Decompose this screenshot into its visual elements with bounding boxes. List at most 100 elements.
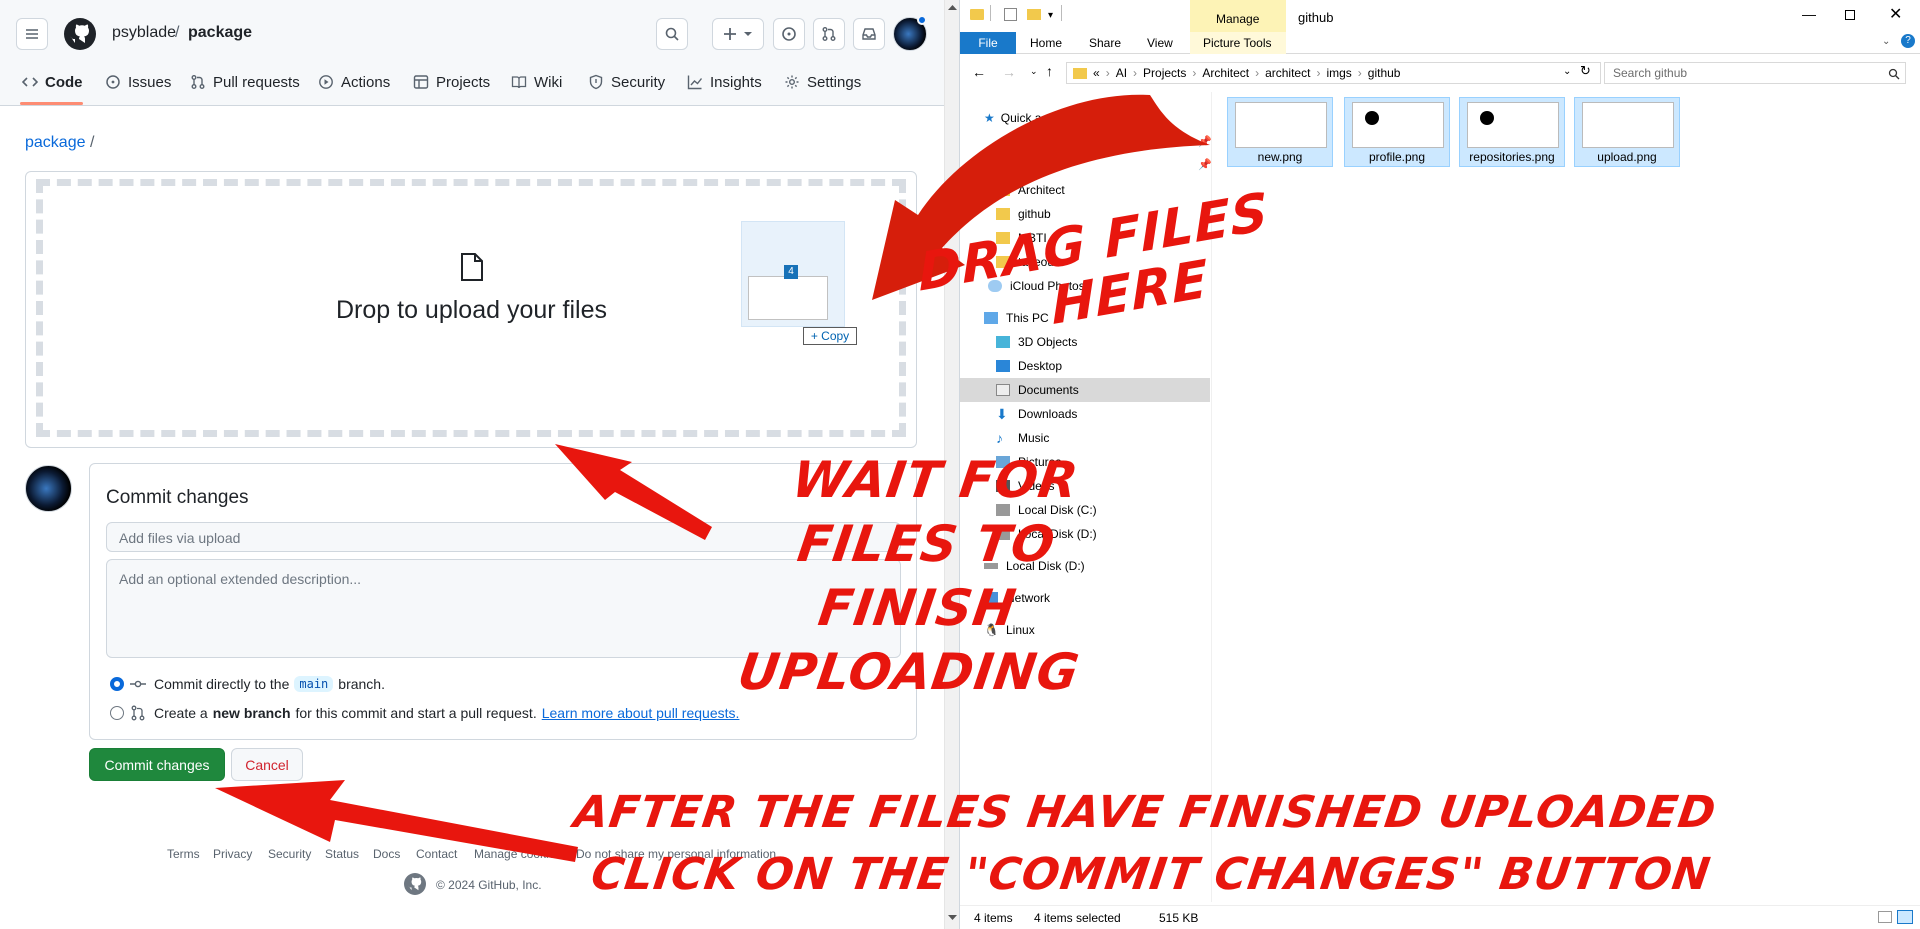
tab-projects-label: Projects — [436, 73, 491, 91]
address-segment-projects[interactable]: Projects — [1143, 66, 1186, 80]
committer-avatar — [25, 465, 72, 512]
tab-insights[interactable]: Insights — [687, 70, 762, 94]
toolbar-divider — [990, 5, 991, 21]
tab-security[interactable]: Security — [588, 70, 665, 94]
tab-projects[interactable]: Projects — [413, 70, 490, 94]
back-arrow-icon[interactable]: ← — [972, 64, 986, 80]
address-segment-architect-lower[interactable]: architect — [1265, 66, 1310, 80]
folder-icon — [996, 184, 1010, 196]
nav-downloads[interactable]: ⬇ Downloads — [960, 402, 1210, 426]
search-box[interactable]: Search github — [1604, 62, 1906, 84]
breadcrumb-repo-link[interactable]: package — [25, 134, 86, 152]
footer-link-manage-cookies[interactable]: Manage cookies — [474, 847, 561, 861]
tab-wiki[interactable]: Wiki — [511, 70, 562, 94]
tab-pull-requests-label: Pull requests — [213, 73, 300, 91]
cancel-button[interactable]: Cancel — [231, 748, 303, 781]
address-segment-imgs[interactable]: imgs — [1326, 66, 1351, 80]
annotation-wait-line-3: FINISH — [814, 579, 1021, 637]
repo-owner-link[interactable]: psyblade — [112, 24, 176, 42]
manage-contextual-tab[interactable]: Manage — [1216, 12, 1259, 26]
pull-requests-button[interactable] — [813, 18, 845, 50]
new-folder-icon[interactable] — [1027, 9, 1041, 20]
nav-label: Architect — [1018, 183, 1065, 197]
new-branch-radio[interactable] — [110, 706, 124, 720]
address-bar[interactable]: « › AI › Projects › Architect › architec… — [1066, 62, 1601, 84]
details-view-icon[interactable] — [1878, 911, 1892, 923]
footer-link-privacy[interactable]: Privacy — [213, 847, 252, 861]
create-new-button[interactable] — [712, 18, 764, 50]
file-item-new[interactable]: new.png — [1227, 97, 1333, 167]
ribbon-tab-file[interactable]: File — [960, 32, 1016, 54]
tab-issues[interactable]: Issues — [105, 70, 171, 94]
ribbon-tab-share[interactable]: Share — [1089, 36, 1121, 50]
commit-direct-radio[interactable] — [110, 677, 124, 691]
pin-icon: 📌 — [1198, 136, 1212, 148]
annotation-wait: WAIT FOR FILES TO FINISH UPLOADING — [734, 448, 1110, 704]
properties-icon[interactable] — [1004, 8, 1017, 21]
annotation-after-line-1: AFTER THE FILES HAVE FINISHED UPLOADED — [570, 787, 1720, 838]
pull-request-icon — [191, 75, 205, 89]
up-arrow-icon[interactable]: ↑ — [1046, 63, 1053, 79]
ribbon-tab-picture-tools[interactable]: Picture Tools — [1203, 36, 1271, 50]
minimize-button[interactable]: — — [1802, 6, 1816, 22]
status-item-count: 4 items — [974, 911, 1013, 925]
large-icons-view-icon[interactable] — [1897, 910, 1913, 924]
address-dropdown-icon[interactable]: ⌄ — [1563, 66, 1571, 77]
tab-settings[interactable]: Settings — [784, 70, 861, 94]
menu-button[interactable] — [16, 18, 48, 50]
breadcrumb-separator: / — [90, 134, 95, 151]
tab-code[interactable]: Code — [22, 70, 83, 94]
annotation-after: AFTER THE FILES HAVE FINISHED UPLOADED C… — [561, 782, 1723, 906]
file-item-repositories[interactable]: repositories.png — [1459, 97, 1565, 167]
nav-label: Quick access — [1000, 111, 1073, 125]
file-item-profile[interactable]: profile.png — [1344, 97, 1450, 167]
ribbon-tab-view[interactable]: View — [1147, 36, 1173, 50]
annotation-wait-line-2: FILES TO — [794, 515, 1059, 573]
graph-icon — [687, 75, 703, 90]
search-button[interactable] — [656, 18, 688, 50]
tab-pull-requests[interactable]: Pull requests — [190, 70, 300, 94]
gear-icon — [785, 75, 799, 89]
github-logo[interactable] — [64, 18, 96, 50]
footer-link-security[interactable]: Security — [268, 847, 311, 861]
address-segment-ai[interactable]: AI — [1116, 66, 1127, 80]
refresh-icon[interactable]: ↻ — [1580, 63, 1591, 79]
nav-documents[interactable]: Documents — [960, 378, 1210, 402]
file-item-upload[interactable]: upload.png — [1574, 97, 1680, 167]
file-name: profile.png — [1368, 150, 1426, 164]
tab-actions[interactable]: Actions — [318, 70, 390, 94]
address-segment-architect[interactable]: Architect — [1202, 66, 1249, 80]
close-button[interactable]: ✕ — [1889, 4, 1902, 24]
recent-locations-icon[interactable]: ⌄ — [1030, 66, 1038, 77]
repo-name-link[interactable]: package — [188, 24, 252, 42]
nav-quick-access[interactable]: ★ Quick access — [960, 106, 1210, 130]
address-overflow[interactable]: « — [1093, 66, 1100, 80]
help-icon[interactable]: ? — [1901, 34, 1915, 48]
expand-ribbon-icon[interactable]: ⌄ — [1882, 36, 1890, 47]
forward-arrow-icon[interactable]: → — [1002, 64, 1016, 80]
inbox-button[interactable] — [853, 18, 885, 50]
footer-link-status[interactable]: Status — [325, 847, 359, 861]
maximize-button[interactable] — [1845, 10, 1855, 20]
footer-link-docs[interactable]: Docs — [373, 847, 400, 861]
commit-changes-button[interactable]: Commit changes — [89, 748, 225, 781]
folder-icon — [996, 208, 1010, 220]
customize-toolbar-icon[interactable]: ▾ — [1048, 10, 1053, 21]
file-name: repositories.png — [1469, 150, 1555, 164]
search-icon — [665, 27, 679, 41]
nav-label: Projects — [1018, 159, 1062, 173]
shield-icon — [589, 74, 603, 90]
footer-link-terms[interactable]: Terms — [167, 847, 200, 861]
tab-code-label: Code — [45, 73, 83, 91]
address-segment-github[interactable]: github — [1368, 66, 1401, 80]
ribbon-tab-home[interactable]: Home — [1030, 36, 1062, 50]
footer-link-contact[interactable]: Contact — [416, 847, 457, 861]
nav-desktop[interactable]: Desktop — [960, 354, 1210, 378]
annotation-wait-line-4: UPLOADING — [734, 643, 1084, 701]
nav-music[interactable]: ♪ Music — [960, 426, 1210, 450]
download-arrow-icon: ⬇ — [996, 406, 1008, 422]
issues-button[interactable] — [773, 18, 805, 50]
learn-more-link[interactable]: Learn more about pull requests. — [542, 705, 740, 721]
scroll-up-arrow-icon — [948, 5, 957, 10]
nav-projects[interactable]: Projects — [960, 154, 1210, 178]
